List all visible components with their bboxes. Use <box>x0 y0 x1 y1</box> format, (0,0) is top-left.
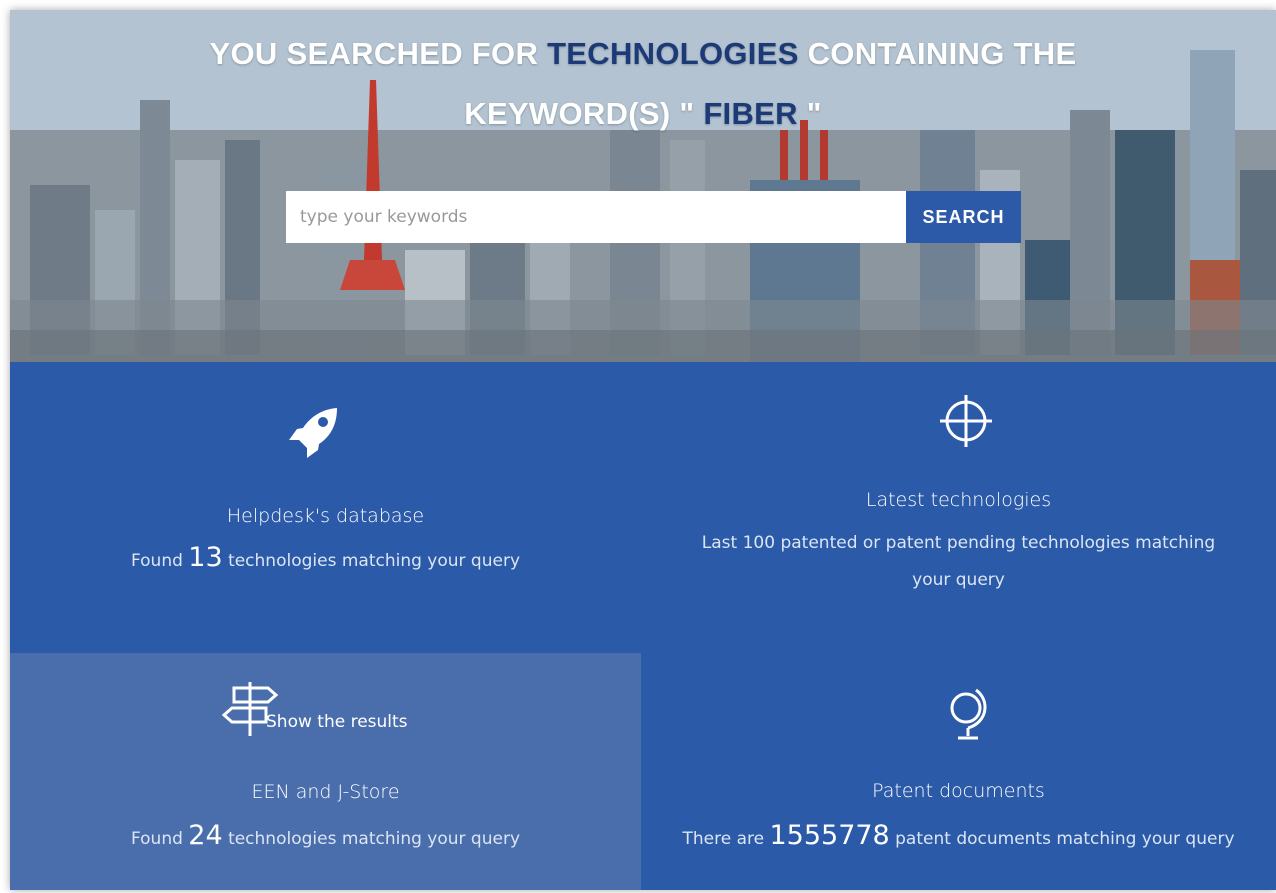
een-desc-suffix: technologies matching your query <box>228 829 521 849</box>
rocket-icon <box>289 408 337 458</box>
hero-banner: YOU SEARCHED FOR TECHNOLOGIES CONTAINING… <box>10 10 1276 362</box>
page-frame: YOU SEARCHED FOR TECHNOLOGIES CONTAINING… <box>10 10 1276 890</box>
patent-documents-panel[interactable]: Patent documents There are 1555778 paten… <box>641 653 1276 890</box>
latest-description: Last 100 patented or patent pending tech… <box>701 533 1216 590</box>
globe-icon <box>950 688 987 740</box>
helpdesk-title: Helpdesk's database <box>226 505 425 527</box>
patents-desc-prefix: There are <box>682 829 765 849</box>
patents-desc-suffix: patent documents matching your query <box>895 829 1235 849</box>
helpdesk-description: Found 13 technologies matching your quer… <box>10 539 641 580</box>
patents-description: There are 1555778 patent documents match… <box>641 817 1276 858</box>
latest-title: Latest technologies <box>865 489 1052 511</box>
patents-count: 1555778 <box>769 820 890 851</box>
helpdesk-desc-suffix: technologies matching your query <box>228 551 521 571</box>
een-jstore-panel[interactable]: Show the results EEN and J-Store Found 2… <box>10 653 641 890</box>
search-button[interactable]: SEARCH <box>906 191 1021 243</box>
title-line2-suffix: " <box>806 96 822 131</box>
helpdesk-desc-prefix: Found <box>130 551 183 571</box>
crosshair-icon <box>940 395 992 447</box>
een-description: Found 24 technologies matching your quer… <box>10 817 641 858</box>
searched-keyword: FIBER <box>703 96 798 131</box>
een-desc-prefix: Found <box>130 829 183 849</box>
show-results-link[interactable]: Show the results <box>266 712 408 732</box>
title-line2-prefix: KEYWORD(S) " <box>464 96 695 131</box>
title-highlight: TECHNOLOGIES <box>547 36 799 71</box>
een-title: EEN and J-Store <box>251 781 400 803</box>
een-count: 24 <box>188 820 223 851</box>
helpdesk-count: 13 <box>188 542 223 573</box>
patents-title: Patent documents <box>872 780 1045 802</box>
title-middle: CONTAINING THE <box>807 36 1077 71</box>
search-bar: SEARCH <box>286 191 1021 243</box>
latest-technologies-panel[interactable]: Latest technologies Last 100 patented or… <box>641 362 1276 653</box>
title-prefix: YOU SEARCHED FOR <box>209 36 539 71</box>
search-input[interactable] <box>286 191 906 243</box>
page-title: YOU SEARCHED FOR TECHNOLOGIES CONTAINING… <box>10 24 1276 144</box>
helpdesk-panel[interactable]: Helpdesk's database Found 13 technologie… <box>10 362 641 653</box>
